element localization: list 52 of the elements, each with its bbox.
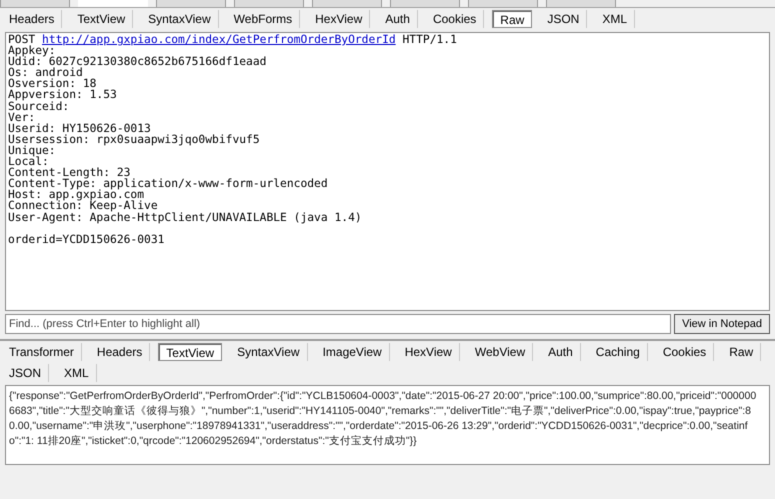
header-line: Osversion: 18 bbox=[8, 78, 96, 90]
tab[interactable]: Headers bbox=[90, 343, 150, 361]
tab[interactable] bbox=[390, 0, 460, 7]
request-line: POST http://app.gxpiao.com/index/GetPerfromOrderByOrderId HTTP/1.1 bbox=[8, 34, 458, 46]
header-line: Host: app.gxpiao.com bbox=[8, 189, 144, 200]
tab[interactable]: TextView bbox=[158, 343, 222, 361]
tab[interactable]: HexView bbox=[308, 10, 370, 28]
header-line: Os: android bbox=[8, 67, 84, 78]
tab[interactable]: Auth bbox=[378, 10, 418, 28]
header-line: Ver: bbox=[8, 112, 36, 123]
header-line: Local: bbox=[8, 156, 49, 168]
tab[interactable] bbox=[234, 0, 304, 7]
tab[interactable]: ImageView bbox=[316, 343, 390, 361]
tab[interactable]: Transformer bbox=[2, 343, 82, 361]
tab[interactable] bbox=[0, 0, 70, 7]
tab[interactable]: Raw bbox=[722, 343, 762, 361]
tab[interactable]: XML bbox=[595, 10, 636, 28]
tab[interactable]: WebView bbox=[468, 343, 534, 361]
tab[interactable]: Caching bbox=[588, 343, 648, 361]
tab[interactable]: WebForms bbox=[226, 10, 300, 28]
tab[interactable]: SyntaxView bbox=[230, 343, 308, 361]
header-line: Appkey: bbox=[8, 45, 56, 56]
tab[interactable] bbox=[468, 0, 538, 7]
header-line: Content-Type: application/x-www-form-urlencoded bbox=[8, 178, 329, 190]
tab[interactable] bbox=[156, 0, 226, 7]
header-line: User-Agent: Apache-HttpClient/UNAVAILABLE (java 1.4) bbox=[8, 212, 363, 223]
tab[interactable] bbox=[312, 0, 382, 7]
header-line: Sourceid: bbox=[8, 100, 70, 112]
tab[interactable]: Auth bbox=[541, 343, 581, 361]
tab[interactable]: SyntaxView bbox=[141, 10, 219, 28]
header-line: Unique: bbox=[8, 144, 57, 156]
header-line: Content-Length: 23 bbox=[8, 167, 130, 178]
tab[interactable]: HexView bbox=[398, 343, 460, 361]
tab[interactable]: TextView bbox=[70, 10, 134, 28]
response-body-text: {"response":"GetPerfromOrderByOrderId","PerfromOrder":{"id":"YCLB150604-0003","date":"2015-06-27 20:00","price":100.00,"sumprice":80.00,"priceid":"0000006683","title":"大型交响童话《彼得与狼》","number":1,"userid":"HY141105-0040","remarks":"","deliverTitle":"电子票","deliverPrice":0.00,"ispay":true,"payprice":80.00,"username":"申洪玫","userphone":"18978941331","useraddress":"","orderdate":"2015-06-26 13:29","orderid":"YCDD150626-0031","decprice":0.00,"seatinfo":"1: 11排20座","isticket":0,"qrcode":"120602952694","orderstatus":"支付宝支付成功"}} bbox=[5, 385, 770, 465]
url-link[interactable]: http://app.gxpiao.com/index/GetPerfromOrderByOrderId bbox=[42, 33, 396, 46]
tab[interactable]: Cookies bbox=[426, 10, 484, 28]
header-line: Appversion: 1.53 bbox=[8, 89, 118, 101]
tab[interactable]: Raw bbox=[492, 10, 532, 28]
tab[interactable]: XML bbox=[57, 364, 97, 382]
header-line: Userid: HY150626-0013 bbox=[8, 122, 151, 134]
tab[interactable]: JSON bbox=[540, 10, 588, 28]
header-line: Usersession: rpx0suaapwi3jqo0wbifvuf5 bbox=[8, 134, 261, 145]
body-line: orderid=YCDD150626-0031 bbox=[8, 234, 166, 245]
tab[interactable] bbox=[546, 0, 616, 7]
header-line: Connection: Keep-Alive bbox=[8, 200, 158, 212]
tab[interactable]: Headers bbox=[2, 10, 62, 28]
tab[interactable]: Cookies bbox=[656, 343, 714, 361]
header-line: Udid: 6027c92130380c8652b675166df1eaad bbox=[8, 56, 268, 68]
tab[interactable]: JSON bbox=[2, 364, 50, 382]
view-in-notepad-button[interactable]: View in Notepad bbox=[674, 314, 770, 334]
find-field[interactable]: Find... (press Ctrl+Enter to highlight all) bbox=[5, 314, 672, 334]
